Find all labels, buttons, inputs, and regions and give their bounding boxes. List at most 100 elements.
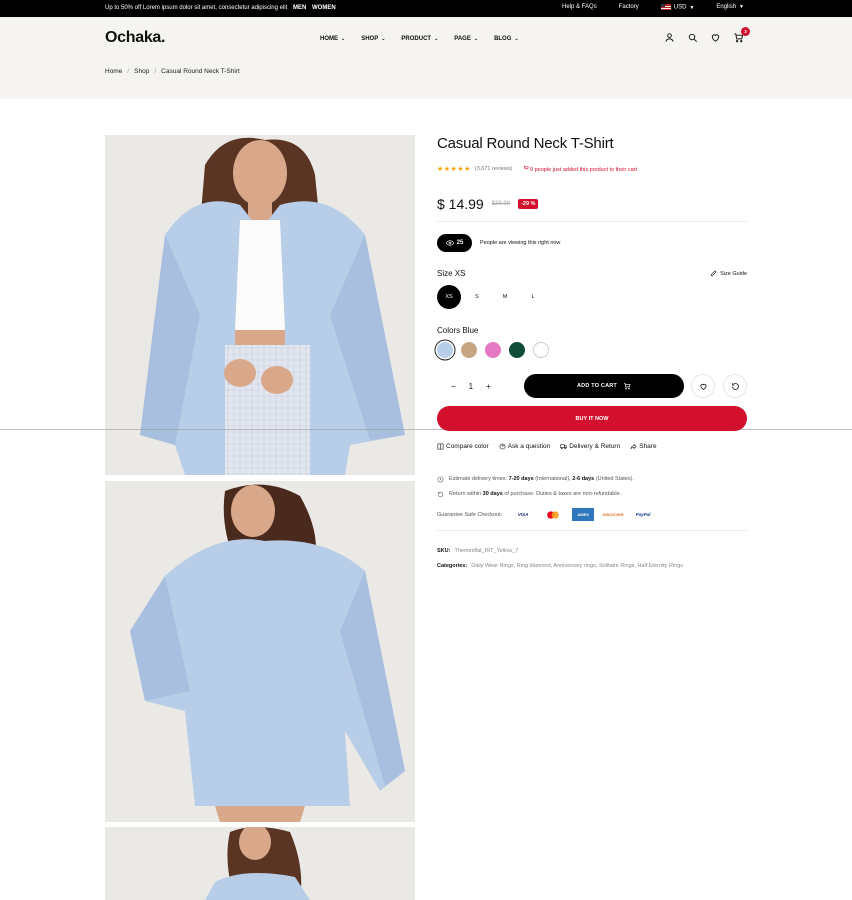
added-to-cart-notice: 9 people just added this product to thei… xyxy=(523,165,638,173)
product-image-back[interactable] xyxy=(105,481,415,822)
color-swatch-white[interactable] xyxy=(533,342,549,358)
truck-icon xyxy=(560,444,567,450)
checkout-label: Guarantee Safe Checkout: xyxy=(437,511,503,518)
help-faqs-link[interactable]: Help & FAQs xyxy=(562,4,597,10)
viewing-row: 25 People are viewing this right now xyxy=(437,234,560,252)
user-icon[interactable] xyxy=(664,32,675,43)
factory-link[interactable]: Factory xyxy=(619,4,639,10)
breadcrumb-current: Casual Round Neck T-Shirt xyxy=(161,68,240,75)
breadcrumb-separator: / xyxy=(127,68,130,75)
clock-icon xyxy=(437,476,444,483)
added-text: 9 people just added this product to thei… xyxy=(530,167,638,173)
nav-label: PAGE xyxy=(454,36,471,42)
size-option-l[interactable]: L xyxy=(521,285,545,309)
return-prefix: Return within xyxy=(449,491,482,497)
chevron-down-icon: ⌄ xyxy=(341,36,346,42)
compare-color-link[interactable]: Compare color xyxy=(437,443,489,450)
ruler-icon xyxy=(710,270,717,277)
payment-methods: VISA AMEX DISCOVER PayPal xyxy=(512,508,654,521)
nav-page[interactable]: PAGE ⌄ xyxy=(454,36,478,42)
visa-icon: VISA xyxy=(517,512,529,517)
delivery-estimate: Estimate delivery times: 7-20 days (Inte… xyxy=(449,472,634,487)
product-info: Casual Round Neck T-Shirt ★★★★★ (3,671 r… xyxy=(437,135,747,569)
cart-icon xyxy=(523,165,529,170)
add-to-cart-button[interactable]: ADD TO CART xyxy=(524,374,684,398)
size-guide-link[interactable]: Size Guide xyxy=(710,270,747,277)
compare-icon xyxy=(437,443,444,450)
size-guide-label: Size Guide xyxy=(720,270,747,277)
size-label: Size XS xyxy=(437,269,466,278)
chevron-down-icon: ⌄ xyxy=(473,36,479,42)
product-actions: Compare color Ask a question Delivery & … xyxy=(437,443,657,450)
main-nav: HOME ⌄ SHOP ⌄ PRODUCT ⌄ PAGE ⌄ BLOG ⌄ xyxy=(320,36,519,42)
chevron-down-icon: ⌄ xyxy=(514,36,519,42)
men-link[interactable]: MEN xyxy=(293,5,306,11)
divider xyxy=(437,530,747,531)
nav-shop[interactable]: SHOP ⌄ xyxy=(361,36,385,42)
women-link[interactable]: WOMEN xyxy=(312,5,336,11)
color-swatch-green[interactable] xyxy=(509,342,525,358)
currency-label: USD xyxy=(673,4,687,11)
language-selector[interactable]: English ▼ xyxy=(716,4,744,10)
rating-row: ★★★★★ (3,671 reviews) 9 people just adde… xyxy=(437,165,637,173)
quantity-value[interactable]: 1 xyxy=(469,382,473,391)
color-swatch-tan[interactable] xyxy=(461,342,477,358)
delivery-return-link[interactable]: Delivery & Return xyxy=(560,443,620,450)
promo-message: Up to 50% off Lorem ipsum dolor sit amet… xyxy=(105,5,288,11)
return-icon xyxy=(437,491,444,498)
chevron-down-icon: ▼ xyxy=(739,4,744,11)
delivery-us-suffix: (United States). xyxy=(595,476,634,482)
promo-text: Up to 50% off Lorem ipsum dolor sit amet… xyxy=(105,5,336,11)
logo[interactable]: Ochaka. xyxy=(105,29,165,47)
eye-icon xyxy=(445,240,454,246)
size-option-m[interactable]: M xyxy=(493,285,517,309)
current-price: $ 14.99 xyxy=(437,196,484,212)
product-title: Casual Round Neck T-Shirt xyxy=(437,135,614,152)
cart-icon[interactable]: 3 xyxy=(733,27,750,43)
return-days: 30 days xyxy=(482,491,503,497)
delivery-us-days: 2-6 days xyxy=(572,476,595,482)
share-label: Share xyxy=(639,443,657,450)
decrease-quantity-button[interactable]: − xyxy=(451,382,456,391)
increase-quantity-button[interactable]: + xyxy=(486,382,491,391)
compare-button[interactable] xyxy=(723,374,747,398)
color-label: Colors Blue xyxy=(437,326,479,335)
ask-question-link[interactable]: Ask a question xyxy=(499,443,551,450)
announcement-bar: Up to 50% off Lorem ipsum dolor sit amet… xyxy=(0,0,852,17)
paypal-icon: PayPal xyxy=(635,512,651,517)
cart-icon xyxy=(624,383,631,390)
buy-now-button[interactable]: BUY IT NOW xyxy=(437,406,747,431)
nav-blog[interactable]: BLOG ⌄ xyxy=(494,36,519,42)
chevron-down-icon: ▼ xyxy=(689,4,695,11)
currency-selector[interactable]: USD ▼ xyxy=(660,4,695,11)
search-icon[interactable] xyxy=(687,32,698,43)
product-image-side[interactable] xyxy=(105,827,415,900)
product-image-front[interactable] xyxy=(105,135,415,475)
share-link[interactable]: Share xyxy=(630,443,657,450)
categories-value[interactable]: Daily Wear Rings, Ring diamond, Annivers… xyxy=(471,563,683,569)
wishlist-button[interactable] xyxy=(691,374,715,398)
review-count[interactable]: (3,671 reviews) xyxy=(475,166,513,172)
question-icon xyxy=(499,443,506,450)
quantity-stepper: − 1 + xyxy=(451,374,491,398)
color-swatch-blue[interactable] xyxy=(437,342,453,358)
size-option-xs[interactable]: XS xyxy=(437,285,461,309)
ask-question-label: Ask a question xyxy=(507,443,551,450)
nav-label: HOME xyxy=(320,36,338,42)
breadcrumb-shop[interactable]: Shop xyxy=(134,68,149,75)
chevron-down-icon: ⌄ xyxy=(381,36,386,42)
sku-label: SKU: xyxy=(437,548,451,554)
return-suffix: of purchase. Duties & taxes are non-refu… xyxy=(504,491,622,497)
delivery-intl-days: 7-20 days xyxy=(508,476,534,482)
breadcrumb-home[interactable]: Home xyxy=(105,68,122,75)
refresh-icon xyxy=(731,382,739,390)
heart-icon[interactable] xyxy=(710,32,721,43)
chevron-down-icon: ⌄ xyxy=(434,36,439,42)
color-swatch-pink[interactable] xyxy=(485,342,501,358)
cart-row: − 1 + ADD TO CART xyxy=(437,374,747,398)
size-option-s[interactable]: S xyxy=(465,285,489,309)
nav-home[interactable]: HOME ⌄ xyxy=(320,36,345,42)
nav-product[interactable]: PRODUCT ⌄ xyxy=(401,36,438,42)
discount-badge: -29 % xyxy=(518,199,539,209)
nav-label: BLOG xyxy=(494,36,512,42)
